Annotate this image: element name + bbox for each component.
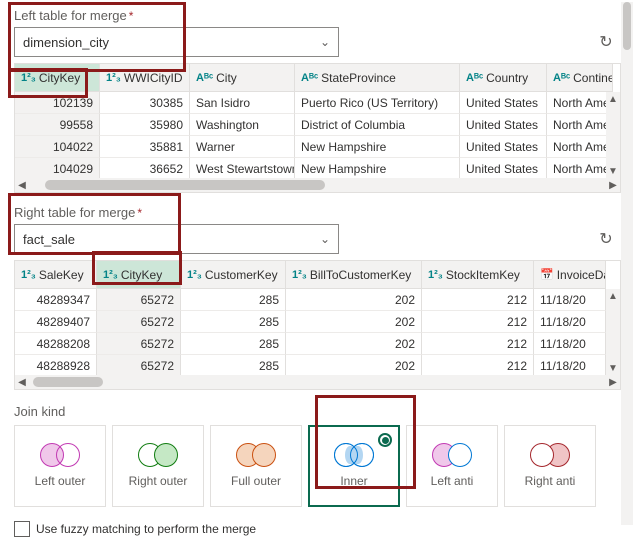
- col-header[interactable]: 1²₃WWICityID: [100, 64, 190, 92]
- join-full-outer[interactable]: Full outer: [210, 425, 302, 507]
- table-vscroll[interactable]: ▲▼: [606, 92, 620, 178]
- cell: 102139: [15, 92, 100, 114]
- join-left-anti[interactable]: Left anti: [406, 425, 498, 507]
- required-asterisk: *: [137, 206, 142, 220]
- col-header[interactable]: AᴮᶜStateProvince: [295, 64, 460, 92]
- fuzzy-match-label: Use fuzzy matching to perform the merge: [36, 522, 256, 536]
- right-table-preview: 1²₃SaleKey 1²₃CityKey 1²₃CustomerKey 1²₃…: [14, 260, 621, 390]
- table-hscroll[interactable]: ◀▶: [15, 178, 620, 192]
- table-hscroll[interactable]: ◀▶: [15, 375, 620, 389]
- left-table-preview: 1²₃CityKey 1²₃WWICityID AᴮᶜCity AᴮᶜState…: [14, 63, 621, 193]
- radio-selected-icon: [378, 433, 392, 447]
- join-inner[interactable]: Inner: [308, 425, 400, 507]
- join-right-outer[interactable]: Right outer: [112, 425, 204, 507]
- col-header[interactable]: 📅InvoiceDa: [534, 261, 606, 289]
- col-header[interactable]: 1²₃StockItemKey: [422, 261, 534, 289]
- venn-icon: [530, 443, 570, 467]
- chevron-down-icon: ⌄: [320, 35, 330, 49]
- col-header-citykey[interactable]: 1²₃CityKey: [15, 64, 100, 92]
- window-scrollbar[interactable]: [621, 2, 633, 525]
- left-table-select[interactable]: dimension_city ⌄: [14, 27, 339, 57]
- venn-icon: [40, 443, 80, 467]
- venn-icon: [432, 443, 472, 467]
- join-kind-label: Join kind: [14, 404, 621, 419]
- refresh-left-button[interactable]: ↻: [595, 31, 617, 53]
- right-table-select[interactable]: fact_sale ⌄: [14, 224, 339, 254]
- venn-icon: [236, 443, 276, 467]
- venn-icon: [334, 443, 374, 467]
- join-right-anti[interactable]: Right anti: [504, 425, 596, 507]
- col-header[interactable]: 1²₃SaleKey: [15, 261, 97, 289]
- refresh-right-button[interactable]: ↻: [595, 228, 617, 250]
- col-header[interactable]: AᴮᶜCity: [190, 64, 295, 92]
- join-left-outer[interactable]: Left outer: [14, 425, 106, 507]
- chevron-down-icon: ⌄: [320, 232, 330, 246]
- left-table-label: Left table for merge: [14, 8, 127, 23]
- right-table-label: Right table for merge: [14, 205, 135, 220]
- fuzzy-match-checkbox[interactable]: [14, 521, 30, 537]
- table-vscroll[interactable]: ▲▼: [606, 289, 620, 375]
- col-header[interactable]: 1²₃BillToCustomerKey: [286, 261, 422, 289]
- left-table-selected: dimension_city: [23, 35, 109, 50]
- venn-icon: [138, 443, 178, 467]
- col-header[interactable]: 1²₃CustomerKey: [181, 261, 286, 289]
- col-header[interactable]: AᴮᶜContinent: [547, 64, 613, 92]
- col-header[interactable]: AᴮᶜCountry: [460, 64, 547, 92]
- col-header-citykey[interactable]: 1²₃CityKey: [97, 261, 181, 289]
- required-asterisk: *: [129, 9, 134, 23]
- right-table-selected: fact_sale: [23, 232, 75, 247]
